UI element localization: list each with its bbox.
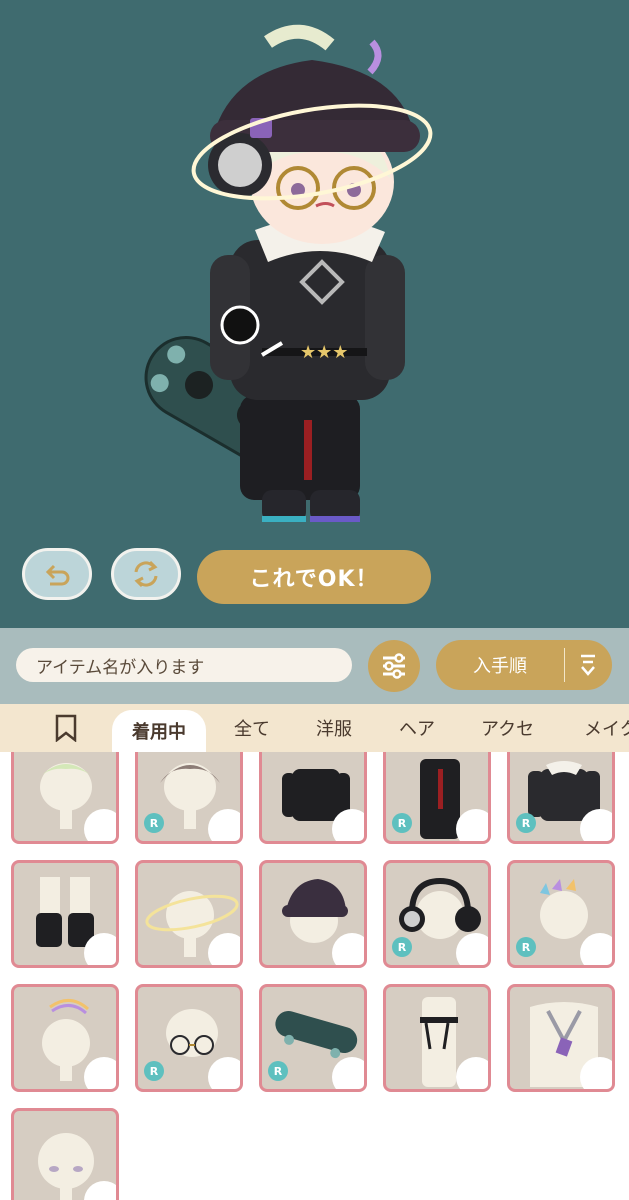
- tab-all[interactable]: 全て: [234, 704, 270, 752]
- item-card-halo[interactable]: [135, 860, 243, 968]
- filter-button[interactable]: [368, 640, 420, 692]
- owned-indicator: [208, 933, 240, 965]
- item-card-hair-mint[interactable]: [11, 752, 119, 844]
- owned-indicator: [332, 809, 364, 841]
- rarity-badge: R: [392, 937, 412, 957]
- refresh-cycle-icon: [134, 560, 158, 588]
- owned-indicator: [580, 809, 612, 841]
- sort-dropdown[interactable]: 入手順: [436, 640, 612, 690]
- tab-hair[interactable]: ヘア: [399, 704, 435, 752]
- reset-button[interactable]: [111, 548, 181, 600]
- item-card-makeup-face[interactable]: [11, 1108, 119, 1200]
- category-tabs: 着用中 全て 洋服 ヘア アクセ メイク: [0, 704, 629, 752]
- sliders-icon: [383, 653, 405, 679]
- undo-button[interactable]: [22, 548, 92, 600]
- search-input[interactable]: アイテム名が入ります: [16, 648, 352, 682]
- owned-indicator: [332, 933, 364, 965]
- owned-indicator: [580, 933, 612, 965]
- owned-indicator: [84, 1057, 116, 1089]
- svg-text:★★★: ★★★: [300, 342, 348, 363]
- owned-indicator: [580, 1057, 612, 1089]
- item-card-black-top[interactable]: [259, 752, 367, 844]
- item-card-rainbow-ahoge[interactable]: [11, 984, 119, 1092]
- sort-label: 入手順: [473, 656, 527, 677]
- owned-indicator: [456, 933, 488, 965]
- item-card-purple-cap[interactable]: [259, 860, 367, 968]
- item-card-black-jacket[interactable]: R: [507, 752, 615, 844]
- item-card-skateboard[interactable]: R: [259, 984, 367, 1092]
- owned-indicator: [456, 1057, 488, 1089]
- bookmark-tab[interactable]: [54, 704, 78, 752]
- tab-clothes[interactable]: 洋服: [316, 704, 352, 752]
- item-card-round-glasses[interactable]: R: [135, 984, 243, 1092]
- owned-indicator: [208, 1057, 240, 1089]
- character-preview-stage: ★★★: [0, 0, 629, 628]
- owned-indicator: [84, 933, 116, 965]
- item-card-headphones[interactable]: R: [383, 860, 491, 968]
- item-grid: R R R R R R R: [0, 752, 629, 1200]
- rarity-badge: R: [516, 937, 536, 957]
- item-card-boots[interactable]: [11, 860, 119, 968]
- rarity-badge: R: [144, 813, 164, 833]
- confirm-ok-button[interactable]: これでOK！: [197, 550, 431, 604]
- item-card-belt-chain[interactable]: [383, 984, 491, 1092]
- rarity-badge: R: [144, 1061, 164, 1081]
- item-card-rainbow-clips[interactable]: R: [507, 860, 615, 968]
- tab-wearing[interactable]: 着用中: [112, 710, 206, 752]
- bookmark-icon: [55, 714, 77, 742]
- owned-indicator: [332, 1057, 364, 1089]
- tab-accessories[interactable]: アクセ: [481, 704, 534, 752]
- tab-makeup[interactable]: メイク: [584, 704, 629, 752]
- owned-indicator: [208, 809, 240, 841]
- rarity-badge: R: [392, 813, 412, 833]
- rarity-badge: R: [268, 1061, 288, 1081]
- sort-descending-icon: [565, 652, 611, 678]
- undo-arrow-icon: [45, 564, 70, 586]
- item-card-hair-brown[interactable]: R: [135, 752, 243, 844]
- item-card-black-pants[interactable]: R: [383, 752, 491, 844]
- avatar-character: ★★★: [144, 24, 433, 522]
- item-card-necklace[interactable]: [507, 984, 615, 1092]
- owned-indicator: [456, 809, 488, 841]
- owned-indicator: [84, 809, 116, 841]
- rarity-badge: R: [516, 813, 536, 833]
